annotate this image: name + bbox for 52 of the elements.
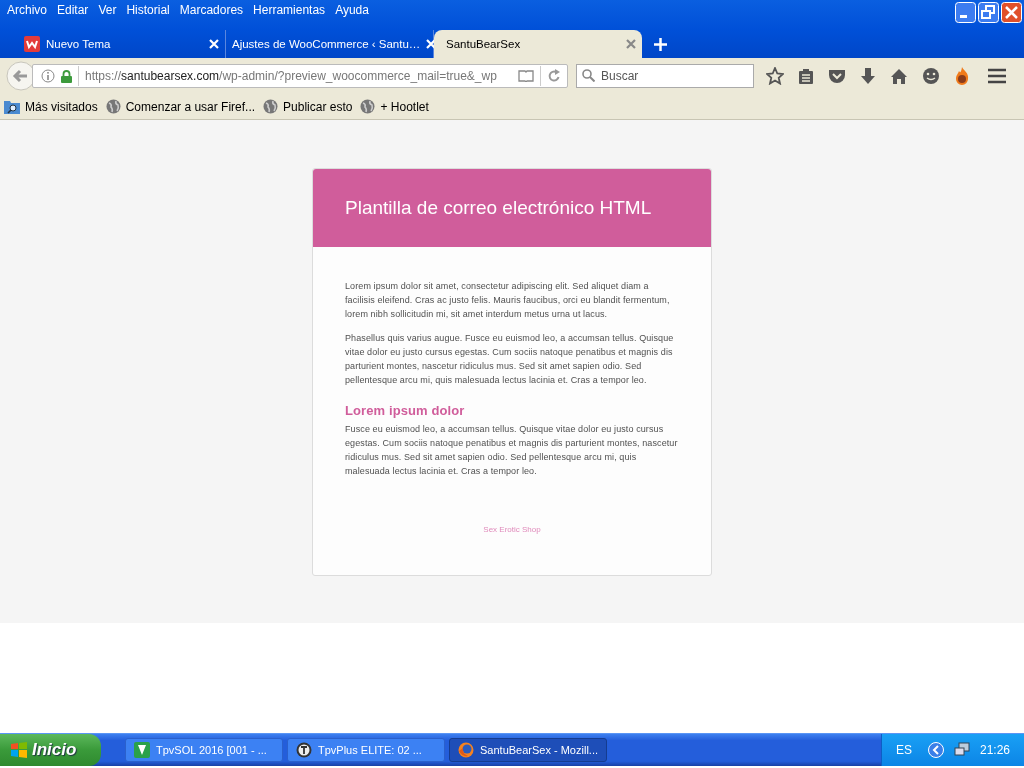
clock: 21:26 (979, 743, 1010, 757)
download-icon[interactable] (860, 67, 876, 85)
paragraph: Fusce eu euismod leo, a accumsan tellus. Quisque vitae dolor eu justo cursus egestas. Cum sociis natoque penatibus et magnis dis parturient montes, nascetur ridiculus mus. Sed sit amet sapien odio. Sed pellentesque arcu mi, quis malesuada lectus lacinia et. Cras a tempor leo. (345, 423, 679, 478)
menu-item[interactable]: Ayuda (330, 0, 374, 20)
menu-item[interactable]: Ver (93, 0, 122, 20)
star-icon[interactable] (766, 67, 784, 85)
footer-text: Sex Erotic Shop (482, 525, 542, 534)
minimize-icon[interactable] (955, 2, 976, 23)
folder-search-icon (4, 99, 20, 114)
taskbar-button[interactable]: SantuBearSex - Mozill... (449, 738, 607, 762)
menu-item[interactable]: Marcadores (174, 0, 249, 20)
search-field[interactable]: Buscar (576, 64, 754, 88)
home-icon[interactable] (890, 67, 908, 85)
bookmark[interactable]: + Hootlet (360, 99, 429, 114)
menu-item[interactable]: Historial (121, 0, 175, 20)
info-icon[interactable] (41, 69, 55, 83)
start-button[interactable]: Inicio (0, 734, 101, 766)
restore-icon[interactable] (978, 2, 999, 23)
section-heading: Lorem ipsum dolor (345, 403, 466, 418)
reader-icon[interactable] (518, 70, 534, 82)
logo-icon (24, 36, 40, 52)
bookmark[interactable]: Comenzar a usar Firef... (105, 99, 256, 114)
plus-icon[interactable] (654, 38, 667, 51)
globe-icon (263, 99, 279, 114)
menu-item[interactable]: Archivo (2, 0, 52, 20)
search-icon (582, 69, 595, 82)
email-title: Plantilla de correo electrónico HTML (345, 197, 652, 219)
smiley-icon[interactable] (922, 67, 940, 85)
menu-item[interactable]: Herramientas (248, 0, 331, 20)
globe-icon (360, 99, 376, 114)
paragraph: Phasellus quis varius augue. Fusce eu euismod leo, a accumsan tellus. Quisque vitae dolor eu justo cursus egestas. Cum sociis natoque penatibus et magnis dis parturient montes, nascetur ridiculus mus. Sed sit amet sapien odio. Sed pellentesque arcu mi, quis malesuada lectus lacinia et. Cras a tempor leo. (345, 332, 675, 387)
app-icon (134, 742, 150, 758)
reload-icon[interactable] (547, 69, 561, 83)
chevron-icon[interactable] (927, 742, 944, 758)
network-icon[interactable] (953, 742, 970, 758)
taskbar-button[interactable]: TpvSOL 2016 [001 - ... (125, 738, 283, 762)
clipboard-list-icon[interactable] (798, 67, 814, 85)
menu-item[interactable]: Editar (52, 0, 94, 20)
windows-flag-icon (10, 741, 28, 759)
flame-icon[interactable] (954, 67, 970, 85)
browser-tab[interactable]: SantuBearSex (434, 30, 642, 58)
language-indicator[interactable]: ES (895, 743, 912, 757)
pocket-icon[interactable] (828, 68, 846, 84)
bookmark[interactable]: Más visitados (4, 99, 98, 114)
lock-icon (61, 69, 72, 83)
globe-icon (105, 99, 121, 114)
paragraph: Lorem ipsum dolor sit amet, consectetur adipiscing elit. Sed aliquet diam a facilisis eleifend. Cras ac justo felis. Mauris faucibus, orci eu blandit fermentum, lorem nibh sollicitudin mi, sit amet interdum metus urna ut lacus. (345, 280, 671, 321)
app-icon (296, 742, 312, 758)
taskbar-button[interactable]: TpvPlus ELITE: 02 ... (287, 738, 445, 762)
browser-icon (458, 742, 474, 758)
bookmark[interactable]: Publicar esto (263, 99, 353, 114)
menu-icon[interactable] (988, 68, 1006, 84)
